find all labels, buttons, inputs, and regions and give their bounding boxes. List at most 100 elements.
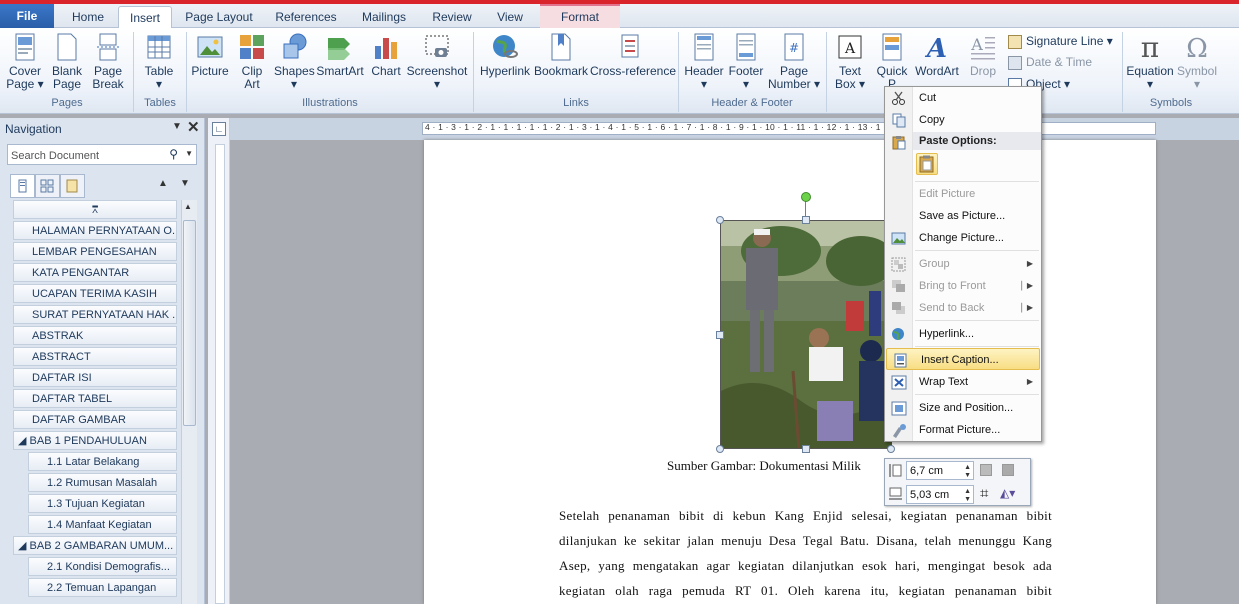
nav-heading-item[interactable]: DAFTAR TABEL — [13, 389, 177, 408]
menu-item-change-picture[interactable]: Change Picture... — [885, 227, 1041, 249]
tab-home[interactable]: Home — [58, 6, 118, 28]
shape-height-input[interactable]: 6,7 cm ▲ ▼ — [906, 461, 974, 480]
resize-handle-top-left[interactable] — [716, 216, 724, 224]
table-button[interactable]: Table ▾ — [138, 32, 180, 91]
blank-page-button[interactable]: Blank Page — [48, 32, 86, 91]
nav-heading-item[interactable]: ABSTRACT — [13, 347, 177, 366]
tab-review[interactable]: Review — [422, 6, 482, 28]
dropdown-arrow-icon[interactable]: ▼ — [172, 121, 182, 132]
close-icon[interactable]: ✕ — [187, 118, 200, 136]
scroll-thumb[interactable] — [183, 220, 196, 426]
tab-insert[interactable]: Insert — [118, 6, 172, 29]
tab-references[interactable]: References — [266, 6, 346, 28]
menu-item-copy[interactable]: Copy — [885, 109, 1041, 131]
menu-item-insert-caption[interactable]: Insert Caption... — [886, 348, 1040, 370]
nav-heading-item[interactable]: UCAPAN TERIMA KASIH — [13, 284, 177, 303]
equation-button[interactable]: π Equation ▾ — [1124, 32, 1176, 91]
collapse-up-button[interactable]: ⩞ — [13, 200, 177, 219]
menu-item-hyperlink[interactable]: Hyperlink... — [885, 323, 1041, 345]
shapes-icon — [283, 33, 307, 59]
search-icon[interactable]: ⚲ — [169, 147, 178, 161]
nav-heading-item[interactable]: ◢ BAB 2 GAMBARAN UMUM... — [13, 536, 177, 555]
tab-view[interactable]: View — [486, 6, 534, 28]
nav-heading-item[interactable]: ABSTRAK — [13, 326, 177, 345]
nav-scrollbar[interactable]: ▲ — [181, 200, 197, 604]
resize-handle-left[interactable] — [716, 331, 724, 339]
nav-heading-item[interactable]: LEMBAR PENGESAHAN — [13, 242, 177, 261]
send-backward-icon[interactable] — [1002, 464, 1014, 476]
next-heading-icon[interactable]: ▼ — [180, 178, 190, 189]
nav-heading-item[interactable]: DAFTAR ISI — [13, 368, 177, 387]
nav-heading-item[interactable]: 2.1 Kondisi Demografis... — [28, 557, 177, 576]
results-tab[interactable] — [60, 174, 85, 198]
menu-item-wrap-text[interactable]: Wrap Text ▶ — [885, 371, 1041, 393]
wordart-button[interactable]: A WordArt — [912, 32, 962, 78]
text-box-button[interactable]: A Text Box ▾ — [830, 32, 870, 91]
menu-item-format-picture[interactable]: Format Picture... — [885, 419, 1041, 441]
screenshot-button[interactable]: Screenshot ▾ — [406, 32, 468, 91]
header-button[interactable]: Header ▾ — [682, 32, 726, 91]
shape-width-input[interactable]: 5,03 cm ▲ ▼ — [906, 485, 974, 504]
paste-keep-source-button[interactable] — [916, 153, 938, 175]
quick-parts-button[interactable]: Quick P — [872, 32, 912, 91]
tab-file[interactable]: File — [0, 4, 54, 28]
nav-heading-item[interactable]: DAFTAR GAMBAR — [13, 410, 177, 429]
nav-heading-item[interactable]: SURAT PERNYATAAN HAK ... — [13, 305, 177, 324]
tab-selector[interactable]: ∟ — [212, 122, 226, 136]
drop-cap-button[interactable]: A Drop — [964, 32, 1002, 78]
nav-heading-item[interactable]: 2.2 Temuan Lapangan — [28, 578, 177, 597]
menu-item-edit-picture[interactable]: Edit Picture — [885, 183, 1041, 205]
cover-page-button[interactable]: Cover Page ▾ — [4, 32, 46, 91]
selected-picture[interactable] — [720, 220, 892, 449]
clip-art-button[interactable]: Clip Art — [234, 32, 270, 91]
resize-handle-bottom-left[interactable] — [716, 445, 724, 453]
chart-button[interactable]: Chart — [366, 32, 406, 78]
nav-heading-item[interactable]: KATA PENGANTAR — [13, 263, 177, 282]
previous-heading-icon[interactable]: ▲ — [158, 178, 168, 189]
date-time-button[interactable]: Date & Time — [1008, 52, 1092, 72]
page-break-button[interactable]: Page Break — [88, 32, 128, 91]
rotation-handle[interactable] — [801, 192, 811, 202]
picture-button[interactable]: Picture — [190, 32, 230, 78]
resize-handle-bottom[interactable] — [802, 445, 810, 453]
crop-icon[interactable]: ⌗ — [980, 485, 988, 502]
symbol-button[interactable]: Ω Symbol ▾ — [1176, 32, 1218, 91]
nav-heading-item[interactable]: HALAMAN PERNYATAAN O... — [13, 221, 177, 240]
tab-page-layout[interactable]: Page Layout — [176, 6, 262, 28]
tab-format[interactable]: Format — [540, 4, 620, 28]
rotate-icon[interactable]: ◭▾ — [1000, 486, 1015, 500]
bookmark-button[interactable]: Bookmark — [532, 32, 590, 78]
search-input[interactable]: Search Document ⚲ ▼ — [7, 144, 197, 165]
menu-item-bring-to-front[interactable]: Bring to Front │ ▶ — [885, 275, 1041, 297]
menu-item-size-and-position[interactable]: Size and Position... — [885, 397, 1041, 419]
spin-up-icon[interactable]: ▲ ▼ — [964, 464, 971, 480]
headings-tab[interactable] — [10, 174, 35, 198]
menu-item-group[interactable]: Group ▶ — [885, 253, 1041, 275]
shapes-button[interactable]: Shapes ▾ — [274, 32, 315, 91]
bring-forward-icon[interactable] — [980, 464, 992, 476]
thumbnails-icon — [40, 179, 54, 193]
menu-item-send-to-back[interactable]: Send to Back │ ▶ — [885, 297, 1041, 319]
resize-handle-bottom-right[interactable] — [887, 445, 895, 453]
scroll-up-icon[interactable]: ▲ — [184, 202, 192, 211]
spin-down-icon[interactable]: ▲ ▼ — [964, 488, 971, 504]
hyperlink-button[interactable]: Hyperlink — [478, 32, 532, 78]
format-picture-icon — [893, 424, 906, 438]
page-number-button[interactable]: # Page Number ▾ — [766, 32, 822, 91]
nav-heading-item[interactable]: 1.3 Tujuan Kegiatan — [28, 494, 177, 513]
tab-mailings[interactable]: Mailings — [350, 6, 418, 28]
menu-item-save-as-picture[interactable]: Save as Picture... — [885, 205, 1041, 227]
horizontal-ruler-track[interactable]: 4 · 1 · 3 · 1 · 2 · 1 · 1 · 1 · 1 · 1 · … — [422, 122, 1156, 135]
nav-heading-item[interactable]: 1.1 Latar Belakang — [28, 452, 177, 471]
smartart-button[interactable]: SmartArt — [316, 32, 364, 78]
nav-heading-item[interactable]: 1.2 Rumusan Masalah — [28, 473, 177, 492]
footer-button[interactable]: Footer ▾ — [726, 32, 766, 91]
search-options-icon[interactable]: ▼ — [185, 149, 193, 158]
nav-heading-item[interactable]: ◢ BAB 1 PENDAHULUAN — [13, 431, 177, 450]
nav-heading-item[interactable]: 1.4 Manfaat Kegiatan — [28, 515, 177, 534]
resize-handle-top[interactable] — [802, 216, 810, 224]
cross-reference-button[interactable]: Cross-reference — [590, 32, 676, 78]
signature-line-button[interactable]: Signature Line ▾ — [1008, 31, 1113, 51]
menu-item-cut[interactable]: Cut — [885, 87, 1041, 109]
pages-tab[interactable] — [35, 174, 60, 198]
